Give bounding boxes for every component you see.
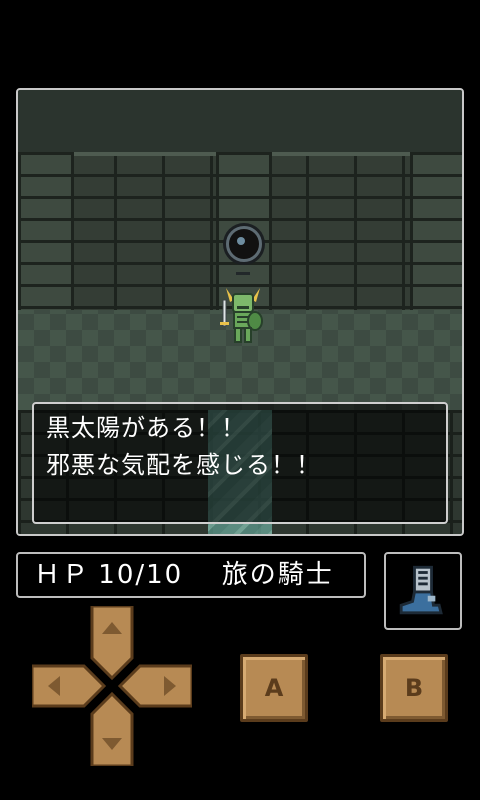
message-window[interactable]: 黒太陽がある！！ 邪悪な気配を感じる！！	[32, 402, 448, 524]
wall-pillar-right	[410, 152, 462, 310]
wall-pillar-left	[18, 152, 74, 310]
message-line-2: 邪悪な気配を感じる！！	[46, 451, 321, 479]
dpad[interactable]	[32, 606, 192, 766]
dungeon-ceiling	[18, 90, 462, 152]
black-sun-icon[interactable]	[226, 226, 262, 262]
status-bar: ＨＰ 10/10 旅の騎士	[16, 552, 366, 598]
dpad-up-button[interactable]	[90, 606, 134, 681]
character-title: 旅の騎士	[221, 560, 334, 590]
b-button[interactable]: B	[380, 654, 448, 722]
dpad-right-button[interactable]	[117, 664, 192, 708]
dpad-down-button[interactable]	[90, 691, 134, 766]
boots-icon	[399, 565, 443, 615]
hp-label: ＨＰ	[34, 560, 91, 590]
boots-button[interactable]	[384, 552, 462, 630]
hp-value: 10/10	[98, 560, 184, 590]
knight-icon	[220, 288, 263, 343]
a-button[interactable]: A	[240, 654, 308, 722]
message-line-1: 黒太陽がある！！	[46, 414, 246, 442]
dpad-left-button[interactable]	[32, 664, 107, 708]
shadow-mark	[236, 272, 250, 275]
